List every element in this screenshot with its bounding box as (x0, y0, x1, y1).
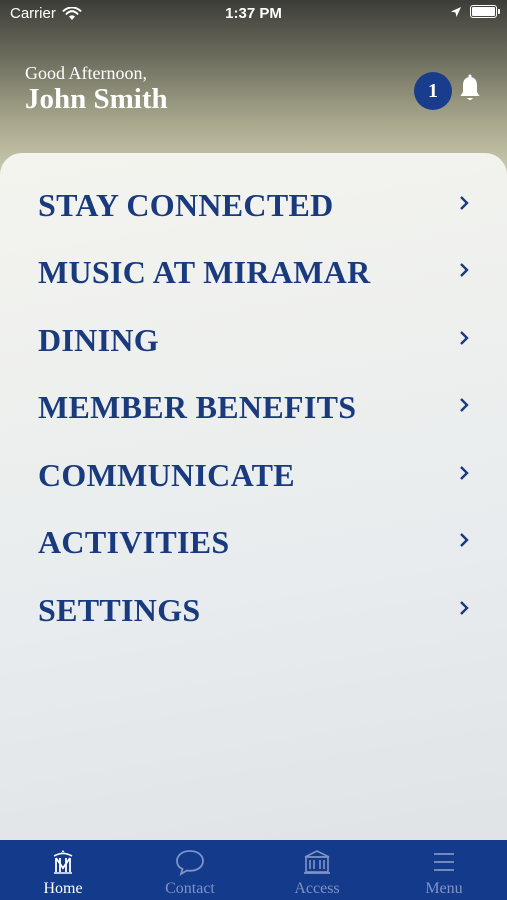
chat-bubble-icon (176, 850, 204, 876)
user-name: John Smith (25, 83, 168, 115)
tab-label: Menu (425, 880, 463, 897)
chevron-right-icon (460, 601, 469, 615)
tab-label: Access (294, 880, 340, 897)
tab-bar: Home Contact Access Menu (0, 840, 507, 900)
menu-item-label: MUSIC AT MIRAMAR (38, 254, 371, 290)
menu-item-communicate[interactable]: COMMUNICATE (0, 443, 507, 503)
bell-icon[interactable] (458, 74, 482, 104)
chevron-right-icon (460, 533, 469, 547)
menu-item-label: STAY CONNECTED (38, 187, 334, 223)
notification-badge[interactable]: 1 (414, 72, 452, 110)
menu-card: STAY CONNECTED MUSIC AT MIRAMAR DINING M… (0, 153, 507, 853)
menu-item-label: ACTIVITIES (38, 524, 230, 560)
tab-menu[interactable]: Menu (381, 840, 507, 900)
greeting: Good Afternoon, John Smith (25, 63, 168, 115)
menu-item-stay-connected[interactable]: STAY CONNECTED (0, 173, 507, 233)
battery-icon (470, 5, 500, 18)
menu-item-label: MEMBER BENEFITS (38, 389, 357, 425)
menu-item-label: SETTINGS (38, 592, 201, 628)
building-icon (304, 850, 330, 874)
chevron-right-icon (460, 196, 469, 210)
menu-item-activities[interactable]: ACTIVITIES (0, 510, 507, 570)
greeting-text: Good Afternoon, (25, 63, 147, 83)
menu-item-music-at-miramar[interactable]: MUSIC AT MIRAMAR (0, 240, 507, 300)
chevron-right-icon (460, 263, 469, 277)
menu-item-dining[interactable]: DINING (0, 308, 507, 368)
chevron-right-icon (460, 398, 469, 412)
chevron-right-icon (460, 331, 469, 345)
menu-item-label: COMMUNICATE (38, 457, 295, 493)
menu-item-label: DINING (38, 322, 159, 358)
status-bar: Carrier 1:37 PM (0, 0, 507, 28)
tab-access[interactable]: Access (254, 840, 380, 900)
status-time: 1:37 PM (225, 5, 282, 22)
tab-label: Contact (165, 880, 215, 897)
menu-item-member-benefits[interactable]: MEMBER BENEFITS (0, 375, 507, 435)
menu-item-settings[interactable]: SETTINGS (0, 578, 507, 638)
chevron-right-icon (460, 466, 469, 480)
location-arrow-icon (451, 6, 461, 17)
tab-contact[interactable]: Contact (127, 840, 253, 900)
tab-home[interactable]: Home (0, 840, 126, 900)
crest-icon (53, 850, 73, 874)
status-right (450, 5, 500, 18)
hamburger-icon (434, 853, 454, 871)
tab-label: Home (43, 880, 83, 897)
